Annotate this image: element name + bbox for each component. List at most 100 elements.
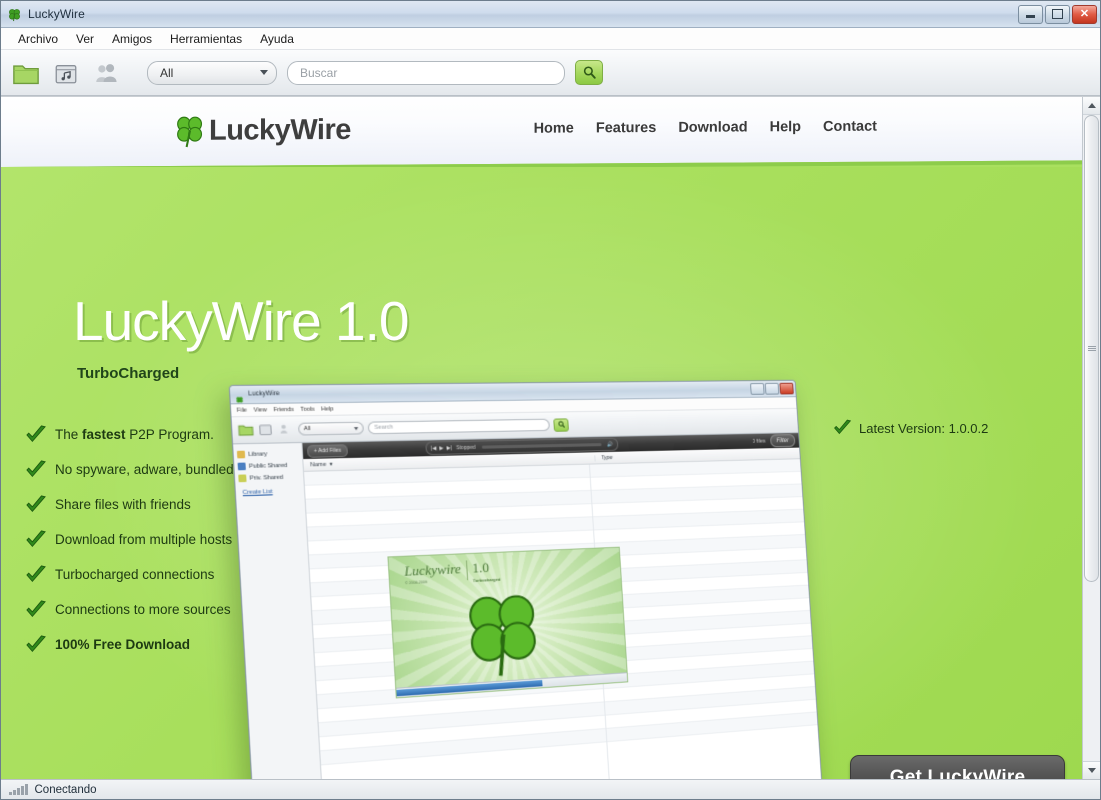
search-placeholder: Buscar [300,65,338,80]
grip-icon [1087,345,1096,352]
close-icon: ✕ [1079,7,1090,20]
screenshot-menu-friends: Friends [273,406,295,413]
main-toolbar: All Buscar [1,50,1100,96]
sidebar-item-priv-shared: Priv. Shared [238,471,300,484]
menu-item-archivo[interactable]: Archivo [9,30,67,48]
friends-people-icon[interactable] [91,59,121,87]
maximize-icon [764,382,780,395]
nav-link-home[interactable]: Home [534,121,574,137]
content-area: LuckyWire Home Features Download Help Co… [1,96,1100,779]
minimize-icon [1026,15,1035,18]
friends-people-icon [278,422,294,437]
scroll-down-button[interactable] [1083,761,1100,779]
minimize-button[interactable] [1018,4,1043,24]
splash-header: Luckywire © 2008-2009 1.0 Turbocharged [404,559,501,586]
previous-icon: |◀ [430,445,437,452]
volume-icon: 🔊 [606,441,614,448]
chevron-down-icon [1087,768,1096,773]
nav-link-help[interactable]: Help [770,119,801,135]
get-luckywire-button[interactable]: Get LuckyWire [850,755,1065,779]
title-bar: LuckyWire ✕ [1,1,1100,28]
splash-product-name: Luckywire [403,560,462,579]
sidebar-item-label: Library [248,450,268,458]
player-seek-track [481,443,602,449]
screenshot-menu-file: File [236,406,248,414]
menu-item-ayuda[interactable]: Ayuda [251,30,303,48]
screenshot-window: LuckyWire File View Friends Tools Help A… [228,379,827,779]
search-icon [557,420,565,428]
checkmark-icon [25,529,47,550]
status-text: Conectando [34,783,97,796]
menu-item-herramientas[interactable]: Herramientas [161,30,251,48]
maximize-button[interactable] [1045,4,1070,24]
window-title: LuckyWire [28,7,85,21]
player-state-label: Stopped [455,444,476,451]
library-icon [236,450,246,459]
clover-icon [235,390,245,403]
sidebar-item-label: Public Shared [248,462,288,470]
page-title: LuckyWire 1.0 [73,290,409,352]
vertical-scrollbar[interactable] [1082,97,1100,779]
screenshot-menu-help: Help [320,405,334,413]
checkmark-icon [25,634,47,655]
media-music-icon[interactable] [51,59,81,87]
feature-label: Share files with friends [55,497,191,512]
nav-link-contact[interactable]: Contact [823,119,877,135]
close-button[interactable]: ✕ [1072,4,1097,24]
screenshot-search-input: Search [367,418,550,435]
library-folder-icon[interactable] [11,59,41,87]
public-shared-icon [237,462,246,471]
clover-icon [456,586,550,680]
screenshot-search-button [553,417,569,432]
priv-shared-icon [238,474,247,483]
search-button[interactable] [575,60,603,85]
search-type-value: All [160,65,174,80]
feature-label: 100% Free Download [55,637,191,652]
screenshot-window-title: LuckyWire [248,390,280,398]
nav-link-features[interactable]: Features [596,120,656,136]
feature-label: Connections to more sources [55,602,231,617]
screenshot-menu-view: View [253,406,267,414]
media-music-icon [258,422,275,437]
site-brand: LuckyWire [173,113,351,148]
checkmark-icon [25,494,47,515]
embedded-web-page: LuckyWire Home Features Download Help Co… [1,97,1082,779]
screenshot-filter-value: All [303,425,311,433]
splash-divider [465,560,468,581]
search-input[interactable]: Buscar [287,60,565,85]
screenshot-window-controls [750,382,794,395]
library-folder-icon [238,422,255,437]
screenshot-body: Library Public Shared Priv. Shared Creat… [233,433,826,779]
chevron-down-icon [260,70,268,75]
scroll-up-button[interactable] [1083,97,1100,115]
search-type-dropdown[interactable]: All [147,60,277,85]
checkmark-icon [25,424,47,445]
window-controls: ✕ [1018,4,1097,24]
screenshot-menu-tools: Tools [300,405,315,413]
screenshot-main-panel: + Add Files |◀ ▶ ▶| Stopped 🔊 0 files Fi… [302,433,826,779]
screenshot-search-placeholder: Search [374,424,394,432]
next-icon: ▶| [446,444,453,452]
screenshot-file-rows: Luckywire © 2008-2009 1.0 Turbocharged [304,459,824,779]
clover-logo-icon [173,114,207,148]
splash-name-block: Luckywire © 2008-2009 [404,561,462,586]
application-window: LuckyWire ✕ Archivo Ver Amigos Herramien… [0,0,1101,800]
site-header: LuckyWire Home Features Download Help Co… [1,97,1082,171]
checkmark-icon [25,564,47,585]
latest-version-label: Latest Version: 1.0.0.2 [859,420,989,436]
scrollbar-track[interactable] [1083,115,1100,761]
checkmark-icon [25,459,47,480]
hero-section: LuckyWire 1.0 TurboCharged The fastest P… [1,167,1082,779]
splash-screen: Luckywire © 2008-2009 1.0 Turbocharged [387,546,629,699]
feature-label: The fastest P2P Program. [55,427,214,442]
checkmark-icon [833,419,852,437]
menu-item-ver[interactable]: Ver [67,30,103,48]
chevron-up-icon [1087,103,1096,108]
latest-version: Latest Version: 1.0.0.2 [833,419,988,437]
nav-link-download[interactable]: Download [678,119,747,135]
splash-version-block: 1.0 Turbocharged [472,559,501,583]
menu-item-amigos[interactable]: Amigos [103,30,161,48]
files-count-label: 0 files [752,438,766,445]
scrollbar-thumb[interactable] [1084,115,1099,583]
filter-button: Filter [769,434,796,448]
